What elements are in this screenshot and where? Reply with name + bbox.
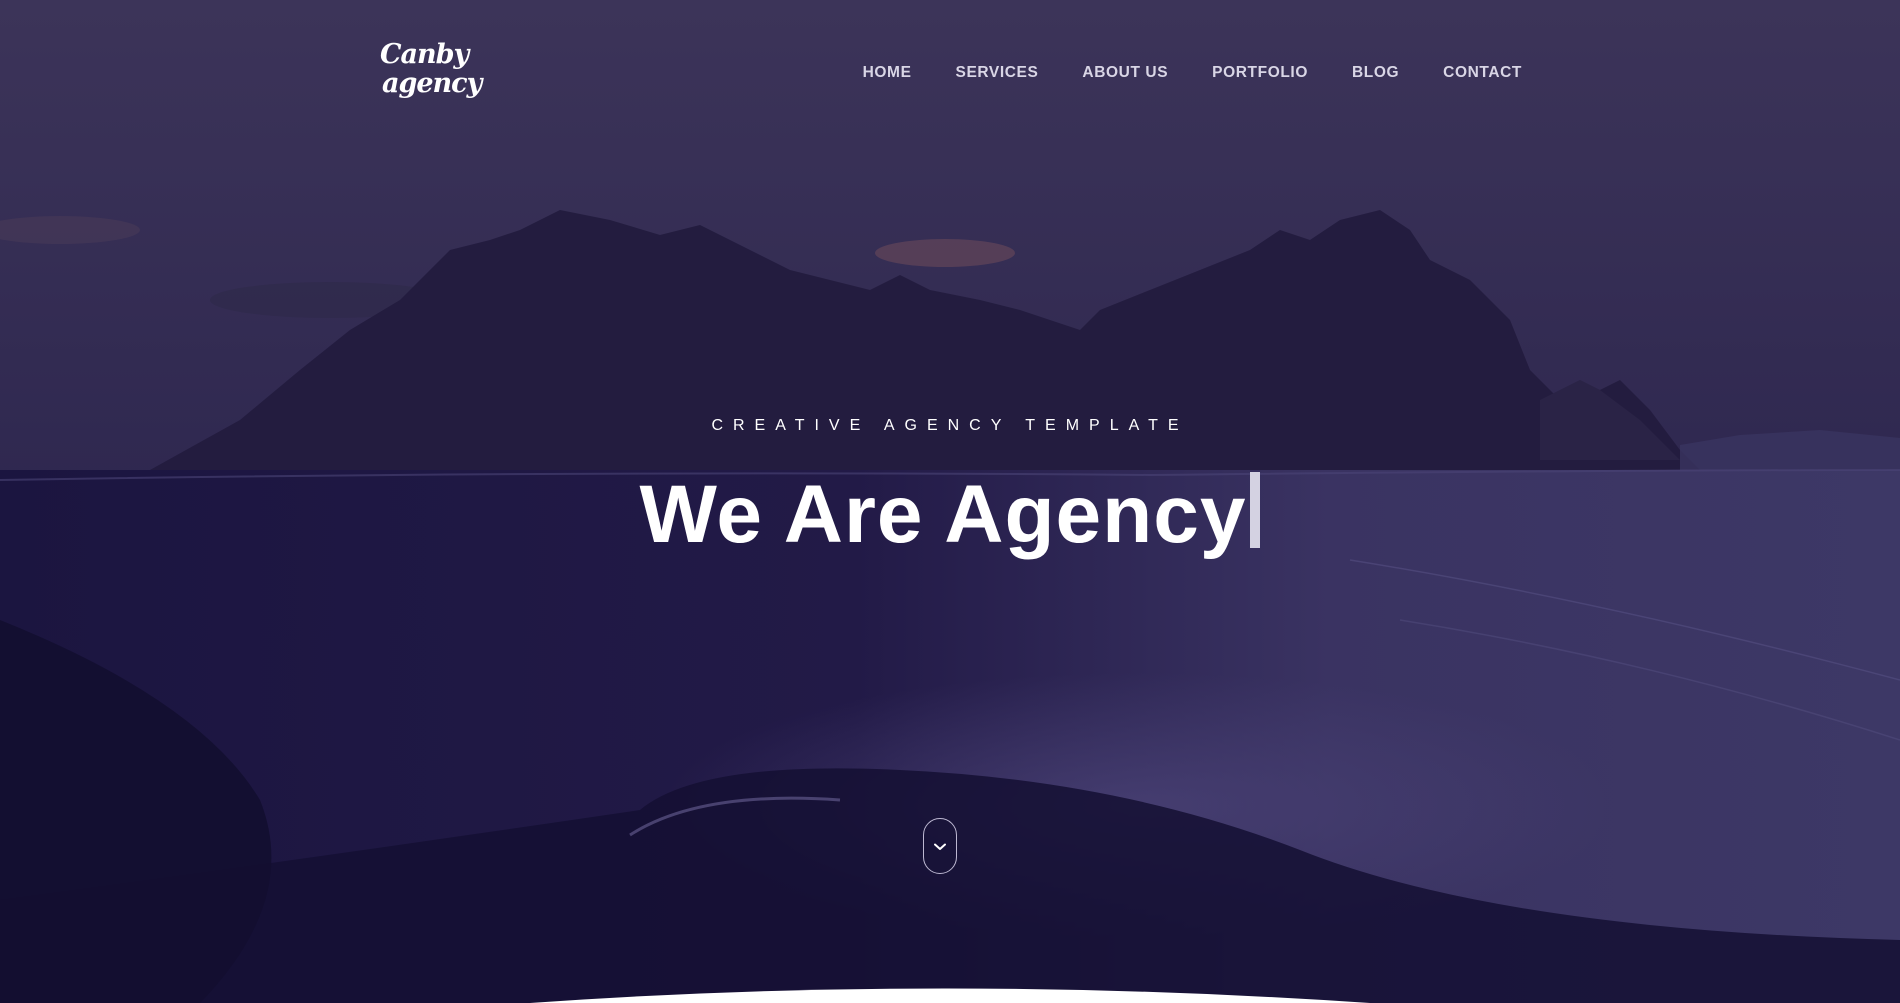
logo-line-1: Canby xyxy=(380,39,469,70)
site-header: Canby agency HOME SERVICES ABOUT US PORT… xyxy=(0,0,1900,150)
hero-headline: We Are Agency xyxy=(0,470,1900,560)
scroll-down-button[interactable] xyxy=(923,818,957,874)
typing-cursor xyxy=(1250,472,1261,548)
nav-item-about-us[interactable]: ABOUT US xyxy=(1082,64,1168,82)
nav-item-home[interactable]: HOME xyxy=(863,64,912,82)
nav-item-blog[interactable]: BLOG xyxy=(1352,64,1399,82)
nav-item-portfolio[interactable]: PORTFOLIO xyxy=(1212,64,1308,82)
section-divider-curve xyxy=(530,988,1370,1003)
hero-kicker: CREATIVE AGENCY TEMPLATE xyxy=(711,417,1189,434)
logo-line-2: agency xyxy=(382,68,482,99)
nav-item-services[interactable]: SERVICES xyxy=(956,64,1039,82)
hero-section: Canby agency HOME SERVICES ABOUT US PORT… xyxy=(0,0,1900,1003)
hero-headline-text: We Are Agency xyxy=(639,469,1247,560)
brand-logo[interactable]: Canby agency xyxy=(380,39,482,110)
nav-item-contact[interactable]: CONTACT xyxy=(1443,64,1522,82)
main-nav: HOME SERVICES ABOUT US PORTFOLIO BLOG CO… xyxy=(863,64,1522,82)
chevron-down-icon xyxy=(934,843,946,850)
